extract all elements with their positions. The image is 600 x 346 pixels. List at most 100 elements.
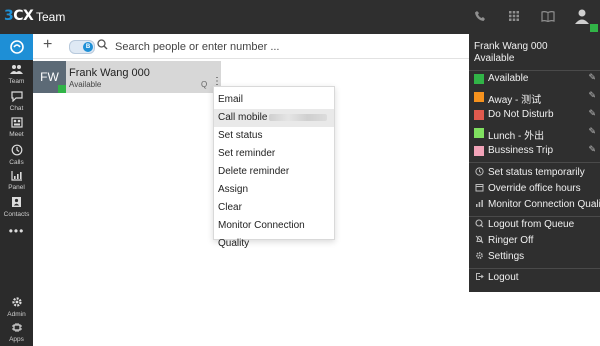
menu-item-clear[interactable]: Clear <box>214 199 334 217</box>
calls-history-icon <box>0 144 33 159</box>
clock-icon <box>473 167 485 178</box>
dialpad-icon[interactable] <box>504 6 524 26</box>
nav-contacts[interactable]: Contacts <box>0 196 33 218</box>
contact-card[interactable]: FW Frank Wang 000 Available Q ⋮ <box>33 61 222 93</box>
nav-team[interactable]: Team <box>0 64 33 85</box>
toggle-knob: B <box>83 42 93 52</box>
logout-icon <box>473 272 485 283</box>
logout-button[interactable]: Logout <box>469 270 600 286</box>
queue-indicator: Q <box>201 80 208 89</box>
status-panel-header: Frank Wang 000 Available <box>474 41 548 65</box>
divider <box>469 162 600 163</box>
presence-dot <box>590 24 598 32</box>
status-label: Lunch - 外出 <box>488 131 545 142</box>
status-swatch <box>474 128 484 138</box>
home-button[interactable] <box>0 34 33 60</box>
context-menu: Email Call mobile Set status Set reminde… <box>213 86 335 249</box>
chat-icon <box>0 91 33 105</box>
menu-item-call-mobile-label: Call mobile <box>218 112 268 123</box>
pencil-icon[interactable]: ✎ <box>588 126 596 137</box>
panel-icon <box>0 170 33 184</box>
logo-number: 3 <box>4 8 14 24</box>
apps-icon <box>0 322 33 336</box>
monitor-connection-quality[interactable]: Monitor Connection Quality <box>469 197 600 213</box>
status-swatch <box>474 146 484 156</box>
top-bar: 3CX Team <box>0 0 600 34</box>
option-label: Ringer Off <box>488 235 534 246</box>
status-swatch <box>474 74 484 84</box>
nav-admin[interactable]: Admin <box>0 296 33 318</box>
nav-chat-label: Chat <box>9 105 24 112</box>
more-icon[interactable]: ••• <box>0 224 33 238</box>
status-option-dnd[interactable]: Do Not Disturb ✎ <box>469 107 600 123</box>
settings[interactable]: Settings <box>469 249 600 265</box>
contact-name: Frank Wang 000 <box>69 67 150 79</box>
menu-item-assign[interactable]: Assign <box>214 181 334 199</box>
nav-contacts-label: Contacts <box>3 211 30 218</box>
nav-apps-label: Apps <box>9 336 24 343</box>
nav-admin-label: Admin <box>7 311 26 318</box>
nav-calls-label: Calls <box>9 159 24 166</box>
option-label: Settings <box>488 251 525 262</box>
nav-panel-label: Panel <box>8 184 25 191</box>
nav-calls[interactable]: Calls <box>0 144 33 166</box>
user-name: Frank Wang 000 <box>474 41 548 52</box>
pencil-icon[interactable]: ✎ <box>588 144 596 155</box>
3cx-logo[interactable]: 3CX <box>4 8 34 24</box>
contacts-icon <box>0 196 33 211</box>
divider <box>469 268 600 269</box>
menu-item-call-mobile[interactable]: Call mobile <box>214 109 334 127</box>
left-navigation: Team Chat Meet Calls Panel Contacts ••• <box>0 34 33 346</box>
phone-icon[interactable] <box>470 6 490 26</box>
status-option-business-trip[interactable]: Bussiness Trip ✎ <box>469 143 600 159</box>
nav-chat[interactable]: Chat <box>0 91 33 112</box>
nav-panel[interactable]: Panel <box>0 170 33 191</box>
status-option-lunch[interactable]: Lunch - 外出 ✎ <box>469 125 600 142</box>
menu-item-set-status[interactable]: Set status <box>214 127 334 145</box>
address-book-icon[interactable] <box>538 6 558 26</box>
user-avatar-icon[interactable] <box>572 6 598 32</box>
ringer-off[interactable]: Ringer Off <box>469 233 600 249</box>
settings-icon <box>473 251 485 262</box>
add-button[interactable]: + <box>43 36 52 54</box>
override-office-hours[interactable]: Override office hours <box>469 181 600 197</box>
nav-team-label: Team <box>8 78 25 85</box>
bell-off-icon <box>473 235 485 246</box>
gear-icon <box>0 296 33 311</box>
top-icons <box>470 6 598 32</box>
queue-icon <box>473 219 485 230</box>
status-label: Available <box>488 73 529 84</box>
pencil-icon[interactable]: ✎ <box>588 108 596 119</box>
logout-from-queue[interactable]: Logout from Queue <box>469 217 600 233</box>
status-swatch <box>474 110 484 120</box>
set-status-temporarily[interactable]: Set status temporarily <box>469 165 600 181</box>
menu-item-delete-reminder[interactable]: Delete reminder <box>214 163 334 181</box>
nav-meet-label: Meet <box>9 131 24 138</box>
team-icon <box>0 64 33 78</box>
status-option-away[interactable]: Away - 测试 ✎ <box>469 89 600 106</box>
menu-item-set-reminder[interactable]: Set reminder <box>214 145 334 163</box>
pencil-icon[interactable]: ✎ <box>588 72 596 83</box>
nav-meet[interactable]: Meet <box>0 117 33 138</box>
presence-dot <box>58 85 66 93</box>
card-menu-button[interactable]: ⋮ <box>212 77 222 87</box>
menu-item-monitor-connection[interactable]: Monitor Connection Quality <box>214 217 334 249</box>
view-toggle[interactable]: B <box>69 40 95 54</box>
option-label: Monitor Connection Quality <box>488 199 600 210</box>
logo-text: CX <box>13 8 34 24</box>
option-label: Override office hours <box>488 183 581 194</box>
status-swatch <box>474 92 484 102</box>
pencil-icon[interactable]: ✎ <box>588 90 596 101</box>
status-panel: Frank Wang 000 Available Available ✎ Awa… <box>469 34 600 292</box>
user-status: Available <box>474 53 515 64</box>
option-label: Set status temporarily <box>488 167 585 178</box>
menu-item-email[interactable]: Email <box>214 91 334 109</box>
home-swirl-icon <box>9 40 24 54</box>
status-label: Bussiness Trip <box>488 145 554 156</box>
status-option-available[interactable]: Available ✎ <box>469 71 600 87</box>
meet-icon <box>0 117 33 131</box>
search-input[interactable] <box>113 38 417 56</box>
calendar-icon <box>473 183 485 194</box>
nav-apps[interactable]: Apps <box>0 322 33 343</box>
signal-icon <box>473 199 485 210</box>
